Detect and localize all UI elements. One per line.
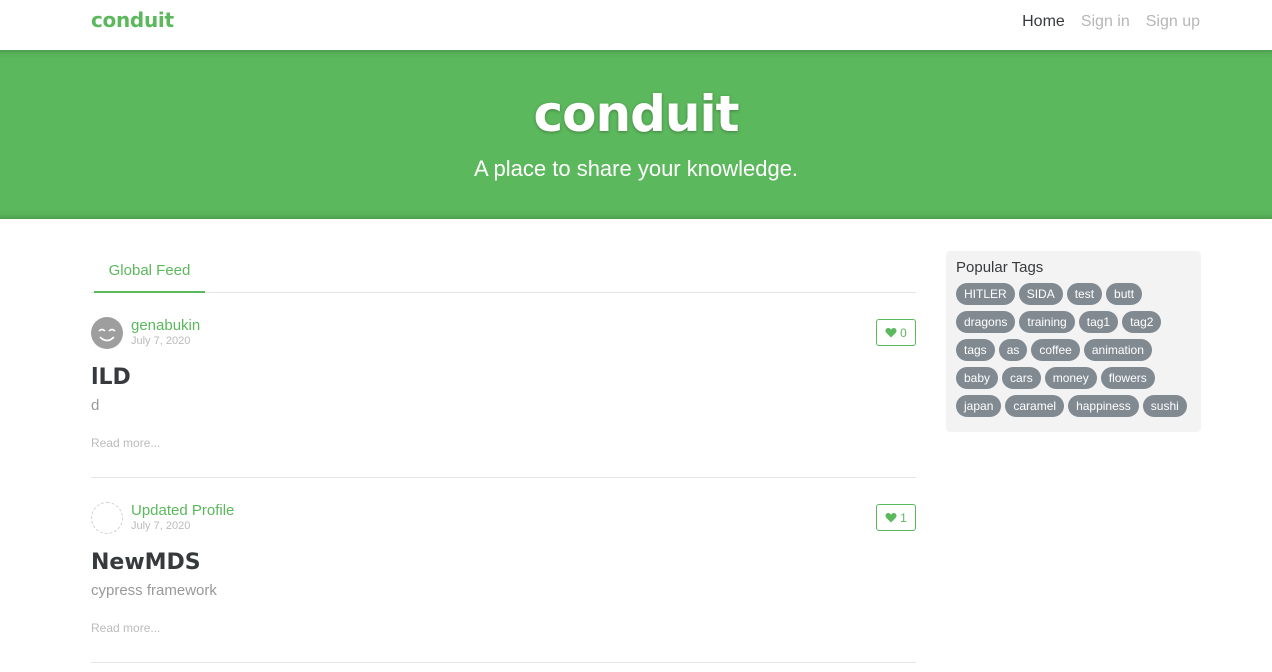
tag-pill[interactable]: training: [1019, 311, 1075, 333]
tag-pill[interactable]: caramel: [1005, 395, 1065, 417]
tag-pill[interactable]: japan: [956, 395, 1002, 417]
tag-pill[interactable]: coffee: [1031, 339, 1080, 361]
article-title[interactable]: lLD: [91, 365, 131, 390]
tag-pill[interactable]: dragons: [956, 311, 1016, 333]
article-meta: Updated Profile July 7, 2020 1: [91, 502, 916, 534]
article-preview: Updated Profile July 7, 2020 1 NewMDS cy…: [91, 478, 916, 663]
tag-pill[interactable]: as: [998, 339, 1028, 361]
tag-pill[interactable]: baby: [956, 367, 999, 389]
smiley-icon: [98, 328, 116, 342]
tag-list: HITLER SIDA test butt dragons training t…: [956, 283, 1191, 417]
avatar[interactable]: [91, 317, 123, 349]
favorite-count: 0: [900, 325, 907, 340]
tag-pill[interactable]: cars: [1002, 367, 1041, 389]
feed-tabs: Global Feed: [91, 252, 916, 293]
tag-pill[interactable]: SIDA: [1018, 283, 1063, 305]
tag-pill[interactable]: tag2: [1122, 311, 1162, 333]
tag-pill[interactable]: happiness: [1068, 395, 1139, 417]
favorite-button[interactable]: 1: [876, 504, 916, 531]
article-preview: genabukin July 7, 2020 0 lLD d Read more…: [91, 293, 916, 478]
article-date: July 7, 2020: [131, 520, 191, 532]
article-feed: Global Feed genabukin July 7, 2020 0 lLD…: [91, 252, 916, 663]
nav-sign-up-link[interactable]: Sign up: [1146, 13, 1200, 31]
banner-subtitle: A place to share your knowledge.: [473, 156, 799, 181]
tag-pill[interactable]: tags: [956, 339, 995, 361]
popular-tags-sidebar: Popular Tags HITLER SIDA test butt drago…: [946, 251, 1201, 432]
favorite-button[interactable]: 0: [876, 319, 916, 346]
read-more-link[interactable]: Read more...: [91, 621, 160, 635]
brand-logo[interactable]: conduit: [91, 8, 174, 32]
article-description: cypress framework: [91, 582, 217, 599]
author-link[interactable]: Updated Profile: [131, 502, 234, 519]
tag-pill[interactable]: test: [1066, 283, 1103, 305]
author-link[interactable]: genabukin: [131, 317, 200, 334]
navbar: conduit Home Sign in Sign up: [0, 0, 1272, 50]
heart-icon: [885, 328, 897, 338]
hero-banner: conduit A place to share your knowledge.: [0, 50, 1272, 219]
tag-pill[interactable]: butt: [1106, 283, 1143, 305]
sidebar-title: Popular Tags: [956, 259, 1044, 276]
article-title[interactable]: NewMDS: [91, 550, 201, 575]
favorite-count: 1: [900, 510, 907, 525]
tag-pill[interactable]: HITLER: [956, 283, 1015, 305]
tab-global-feed[interactable]: Global Feed: [94, 252, 205, 293]
nav-home-link[interactable]: Home: [1022, 13, 1065, 31]
article-description: d: [91, 397, 100, 414]
read-more-link[interactable]: Read more...: [91, 436, 160, 450]
article-date: July 7, 2020: [131, 335, 191, 347]
heart-icon: [885, 513, 897, 523]
tag-pill[interactable]: tag1: [1078, 311, 1119, 333]
nav-links: Home Sign in Sign up: [1022, 13, 1200, 31]
nav-sign-in-link[interactable]: Sign in: [1081, 13, 1130, 31]
article-meta: genabukin July 7, 2020 0: [91, 317, 916, 349]
banner-title: conduit: [533, 85, 739, 143]
avatar[interactable]: [91, 502, 123, 534]
tag-pill[interactable]: flowers: [1100, 367, 1155, 389]
tag-pill[interactable]: money: [1044, 367, 1097, 389]
tag-pill[interactable]: sushi: [1142, 395, 1187, 417]
tag-pill[interactable]: animation: [1083, 339, 1152, 361]
